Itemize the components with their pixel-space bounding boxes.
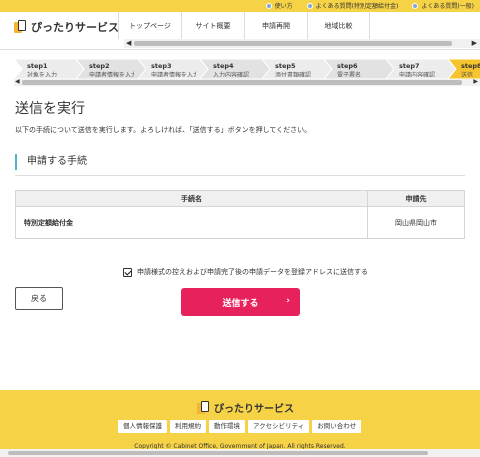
scroll-right-icon[interactable]: ▶: [472, 39, 477, 48]
step-item-4: step4 入力内容確認: [200, 59, 271, 79]
step-item-7: step7 申請内容確認: [386, 59, 457, 79]
section-title: 申請する手続: [15, 154, 465, 170]
step-progress: step1 対象を入力 step2 申請者情報を入力 step3 申請者情報を入力 step…: [14, 59, 480, 79]
scrollbar-thumb[interactable]: [8, 451, 428, 455]
step-item-1: step1 対象を入力: [14, 59, 85, 79]
send-copy-option[interactable]: 申請様式の控えおよび申請完了後の申請データを登録アドレスに送信する: [123, 267, 368, 277]
footer-link-privacy[interactable]: 個人情報保護: [118, 420, 167, 433]
utility-link-label: よくある質問(一般): [421, 3, 474, 10]
site-header: ぴったりサービス トップページ サイト概要 申請再開 地域比較 ◀ ▶: [0, 12, 480, 50]
step-sublabel: 申請者情報を入力: [89, 72, 134, 77]
nav-item-about[interactable]: サイト概要: [181, 12, 244, 39]
nav-item-resume[interactable]: 申請再開: [244, 12, 307, 39]
info-dot-icon: [265, 2, 272, 9]
scroll-left-icon[interactable]: ◀: [15, 78, 20, 85]
step-sublabel: 添付書類確認: [275, 72, 312, 77]
step-label: step3: [151, 62, 172, 70]
back-button[interactable]: 戻る: [15, 287, 63, 310]
footer-link-terms[interactable]: 利用規約: [170, 420, 206, 433]
procedure-name-cell: 特別定額給付金: [15, 206, 368, 239]
top-utility-bar: 使い方 よくある質問(特別定額給付金) よくある質問(一般): [0, 0, 480, 12]
footer-logo[interactable]: ぴったりサービス: [197, 400, 294, 415]
column-header-destination: 申請先: [367, 190, 465, 207]
procedure-table: 手続名 申請先 特別定額給付金 岡山県岡山市: [15, 190, 465, 239]
site-footer: ぴったりサービス 個人情報保護 利用規約 動作環境 アクセシビリティ お問い合わ…: [0, 390, 480, 457]
utility-link-label: よくある質問(特別定額給付金): [315, 3, 399, 10]
utility-link-faq-benefit[interactable]: よくある質問(特別定額給付金): [306, 1, 399, 10]
step-sublabel: 申請内容確認: [399, 72, 436, 77]
step-item-6: step6 電子署名: [324, 59, 395, 79]
step-label: step4: [213, 62, 234, 70]
step-sublabel: 申請者情報を入力: [151, 72, 196, 77]
divider: [15, 175, 465, 176]
info-dot-icon: [306, 2, 313, 9]
column-header-procedure: 手続名: [15, 190, 368, 207]
step-label: step5: [275, 62, 296, 70]
logo-icon: [197, 400, 210, 415]
step-sublabel: 送信: [461, 72, 474, 77]
steps-scrollbar[interactable]: ◀ ▶: [14, 78, 480, 86]
send-copy-checkbox[interactable]: [123, 267, 132, 277]
nav-item-compare[interactable]: 地域比較: [307, 12, 370, 39]
footer-links: 個人情報保護 利用規約 動作環境 アクセシビリティ お問い合わせ: [118, 420, 362, 433]
send-copy-label: 申請様式の控えおよび申請完了後の申請データを登録アドレスに送信する: [137, 268, 368, 276]
site-logo[interactable]: ぴったりサービス: [14, 19, 119, 35]
page-scrollbar[interactable]: [0, 449, 480, 457]
table-header-row: 手続名 申請先: [15, 190, 465, 207]
page-description: 以下の手続について送信を実行します。よろしければ、「送信する」ボタンを押してくだ…: [15, 126, 312, 134]
send-button[interactable]: 送信する ›: [181, 288, 300, 316]
send-button-label: 送信する: [222, 298, 259, 309]
logo-text: ぴったりサービス: [31, 21, 119, 34]
step-item-8: step8 送信: [448, 59, 480, 79]
step-item-2: step2 申請者情報を入力: [76, 59, 147, 79]
nav-item-top[interactable]: トップページ: [118, 12, 181, 39]
table-row: 特別定額給付金 岡山県岡山市: [15, 206, 465, 239]
scrollbar-thumb[interactable]: [134, 41, 452, 46]
step-item-5: step5 添付書類確認: [262, 59, 333, 79]
step-item-3: step3 申請者情報を入力: [138, 59, 209, 79]
nav-scrollbar[interactable]: ◀ ▶: [124, 39, 480, 48]
utility-links: 使い方 よくある質問(特別定額給付金) よくある質問(一般): [265, 1, 474, 10]
step-label: step1: [27, 62, 48, 70]
footer-link-contact[interactable]: お問い合わせ: [312, 420, 362, 433]
info-dot-icon: [412, 2, 419, 9]
footer-link-environment[interactable]: 動作環境: [209, 420, 245, 433]
footer-link-accessibility[interactable]: アクセシビリティ: [248, 420, 310, 433]
step-label: step2: [89, 62, 110, 70]
step-sublabel: 対象を入力: [27, 72, 58, 77]
scroll-right-icon[interactable]: ▶: [473, 78, 478, 85]
footer-logo-text: ぴったりサービス: [214, 404, 294, 415]
destination-cell: 岡山県岡山市: [367, 206, 465, 239]
step-sublabel: 入力内容確認: [213, 72, 250, 77]
page-title: 送信を実行: [15, 101, 85, 117]
step-label: step7: [399, 62, 420, 70]
utility-link-faq-general[interactable]: よくある質問(一般): [412, 1, 474, 10]
step-sublabel: 電子署名: [337, 72, 362, 77]
chevron-right-icon: ›: [286, 296, 290, 306]
utility-link-label: 使い方: [274, 3, 293, 10]
step-label: step6: [337, 62, 358, 70]
step-label: step8: [461, 62, 480, 70]
logo-icon: [14, 20, 27, 34]
main-nav: トップページ サイト概要 申請再開 地域比較: [118, 12, 370, 39]
utility-link-howto[interactable]: 使い方: [265, 1, 293, 10]
scroll-left-icon[interactable]: ◀: [126, 39, 131, 48]
scrollbar-thumb[interactable]: [22, 80, 462, 85]
